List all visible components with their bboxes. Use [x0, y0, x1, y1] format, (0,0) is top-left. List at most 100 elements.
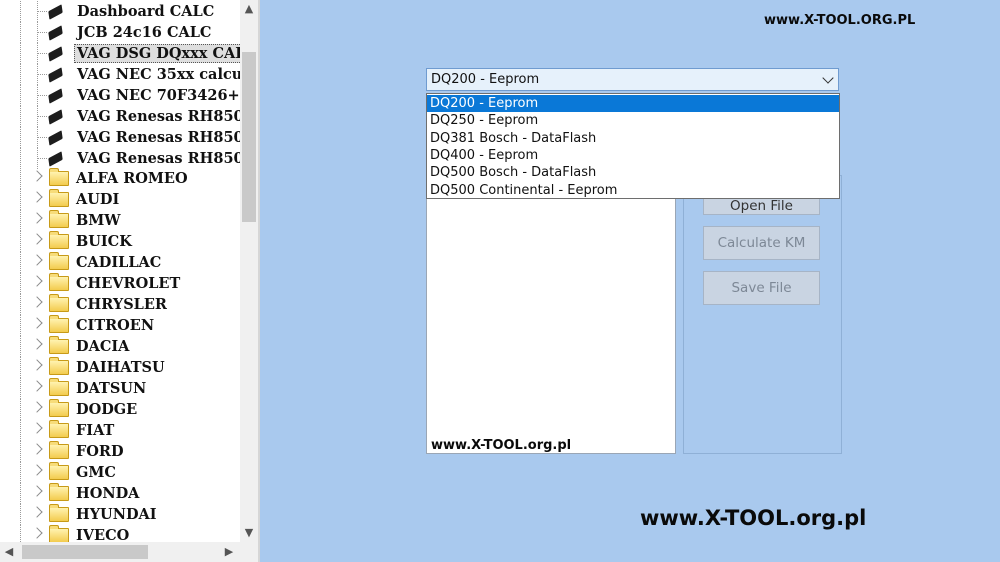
tree-guide-line	[20, 378, 21, 399]
tree-guide-line	[20, 273, 21, 294]
folder-icon	[49, 420, 69, 438]
tree-item-label: CHRYSLER	[76, 296, 167, 313]
scroll-down-arrow-icon[interactable]: ▼	[240, 524, 258, 542]
horizontal-scroll-thumb[interactable]	[22, 545, 148, 559]
folder-icon	[49, 336, 69, 354]
tree-item-label: CITROEN	[76, 317, 155, 334]
tree-item-make[interactable]: CHEVROLET	[0, 273, 240, 294]
chevron-right-icon[interactable]	[31, 170, 43, 182]
watermark-top: www.X-TOOL.ORG.PL	[764, 13, 916, 28]
tree-item-calc[interactable]: JCB 24c16 CALC	[0, 22, 240, 43]
tree-vertical-scrollbar[interactable]: ▲ ▼	[240, 0, 258, 542]
tree-item-label: FORD	[76, 443, 124, 460]
chevron-right-icon[interactable]	[31, 254, 43, 266]
tree-item-make[interactable]: HYUNDAI	[0, 504, 240, 525]
combobox-dropdown-list[interactable]: DQ200 - Eeprom DQ250 - Eeprom DQ381 Bosch …	[426, 93, 840, 199]
tree-item-label: HYUNDAI	[76, 506, 157, 523]
scroll-left-arrow-icon[interactable]: ◀	[0, 542, 18, 562]
chevron-right-icon[interactable]	[31, 401, 43, 413]
tree-item-make[interactable]: GMC	[0, 462, 240, 483]
tree-item-label: BMW	[76, 212, 121, 229]
tree-item-label: VAG Renesas RH850 '	[77, 150, 240, 167]
tree-item-calc[interactable]: VAG NEC 35xx calculat	[0, 64, 240, 85]
chevron-right-icon[interactable]	[31, 275, 43, 287]
chevron-right-icon[interactable]	[31, 296, 43, 308]
chevron-right-icon[interactable]	[31, 380, 43, 392]
tree-item-make[interactable]: HONDA	[0, 483, 240, 504]
chevron-right-icon[interactable]	[31, 527, 43, 539]
chevron-right-icon[interactable]	[31, 317, 43, 329]
tree-guide-line	[20, 127, 21, 148]
tree-view[interactable]: Dashboard CALC JCB 24c16 CALC VAG DSG DQxx…	[0, 0, 240, 542]
tree-horizontal-scrollbar[interactable]: ◀ ▶	[0, 542, 240, 562]
tree-guide-line	[20, 85, 21, 106]
chip-icon	[48, 108, 63, 125]
tree-item-make[interactable]: BUICK	[0, 231, 240, 252]
tree-guide-line	[20, 462, 21, 483]
dropdown-option[interactable]: DQ400 - Eeprom	[427, 147, 839, 164]
log-output-box	[426, 175, 676, 454]
dropdown-option[interactable]: DQ200 - Eeprom	[427, 95, 839, 112]
chevron-right-icon[interactable]	[31, 212, 43, 224]
tree-item-make[interactable]: ALFA ROMEO	[0, 168, 240, 189]
chevron-right-icon[interactable]	[31, 443, 43, 455]
tree-item-make[interactable]: DODGE	[0, 399, 240, 420]
tree-connector-line	[37, 116, 47, 117]
chevron-right-icon[interactable]	[31, 233, 43, 245]
chip-icon	[48, 45, 63, 62]
folder-icon	[49, 399, 69, 417]
tree-item-make[interactable]: CADILLAC	[0, 252, 240, 273]
tree-item-label: VAG NEC 35xx calculat	[77, 66, 240, 83]
folder-icon	[49, 168, 69, 186]
tree-guide-line	[20, 399, 21, 420]
folder-icon	[49, 315, 69, 333]
tree-guide-line	[20, 168, 21, 189]
tree-item-make[interactable]: DACIA	[0, 336, 240, 357]
tree-item-make[interactable]: BMW	[0, 210, 240, 231]
tree-item-label: VAG NEC 70F3426+24	[77, 87, 240, 104]
tree-item-make[interactable]: DAIHATSU	[0, 357, 240, 378]
dropdown-option[interactable]: DQ381 Bosch - DataFlash	[427, 130, 839, 147]
chevron-right-icon[interactable]	[31, 359, 43, 371]
dropdown-option[interactable]: DQ500 Continental - Eeprom	[427, 182, 839, 199]
vertical-scroll-thumb[interactable]	[242, 52, 256, 222]
tree-item-make[interactable]: FORD	[0, 441, 240, 462]
module-type-combobox[interactable]: DQ200 - Eeprom	[426, 68, 839, 91]
tree-item-label: HONDA	[76, 485, 140, 502]
chevron-right-icon[interactable]	[31, 422, 43, 434]
tree-guide-line	[20, 294, 21, 315]
tree-guide-line	[20, 1, 21, 22]
tree-item-calc[interactable]: VAG NEC 70F3426+24	[0, 85, 240, 106]
tree-item-label: ALFA ROMEO	[76, 170, 188, 187]
dropdown-option[interactable]: DQ250 - Eeprom	[427, 112, 839, 129]
tree-item-label: CHEVROLET	[76, 275, 181, 292]
dropdown-option[interactable]: DQ500 Bosch - DataFlash	[427, 164, 839, 181]
tree-item-make[interactable]: DATSUN	[0, 378, 240, 399]
folder-icon	[49, 210, 69, 228]
chevron-right-icon[interactable]	[31, 338, 43, 350]
tree-item-calc[interactable]: VAG DSG DQxxx CALC	[0, 43, 240, 64]
watermark-log: www.X-TOOL.org.pl	[431, 438, 572, 453]
tree-guide-line	[20, 420, 21, 441]
chevron-right-icon[interactable]	[31, 464, 43, 476]
folder-icon	[49, 273, 69, 291]
tree-item-make[interactable]: IVECO	[0, 525, 240, 542]
chevron-right-icon[interactable]	[31, 506, 43, 518]
tree-item-calc[interactable]: VAG Renesas RH850 '	[0, 148, 240, 169]
chevron-down-icon[interactable]	[822, 72, 834, 84]
tree-item-calc[interactable]: VAG Renesas RH850 :	[0, 127, 240, 148]
tree-connector-line	[37, 137, 47, 138]
tree-item-make[interactable]: FIAT	[0, 420, 240, 441]
tree-item-calc[interactable]: VAG Renesas RH850 :	[0, 106, 240, 127]
chevron-right-icon[interactable]	[31, 485, 43, 497]
tree-guide-line	[20, 315, 21, 336]
calculate-km-button[interactable]: Calculate KM	[703, 226, 820, 260]
tree-item-make[interactable]: CHRYSLER	[0, 294, 240, 315]
tree-item-make[interactable]: AUDI	[0, 189, 240, 210]
scroll-right-arrow-icon[interactable]: ▶	[220, 542, 238, 562]
tree-item-make[interactable]: CITROEN	[0, 315, 240, 336]
tree-item-calc[interactable]: Dashboard CALC	[0, 1, 240, 22]
scroll-up-arrow-icon[interactable]: ▲	[240, 0, 258, 18]
chevron-right-icon[interactable]	[31, 191, 43, 203]
save-file-button[interactable]: Save File	[703, 271, 820, 305]
